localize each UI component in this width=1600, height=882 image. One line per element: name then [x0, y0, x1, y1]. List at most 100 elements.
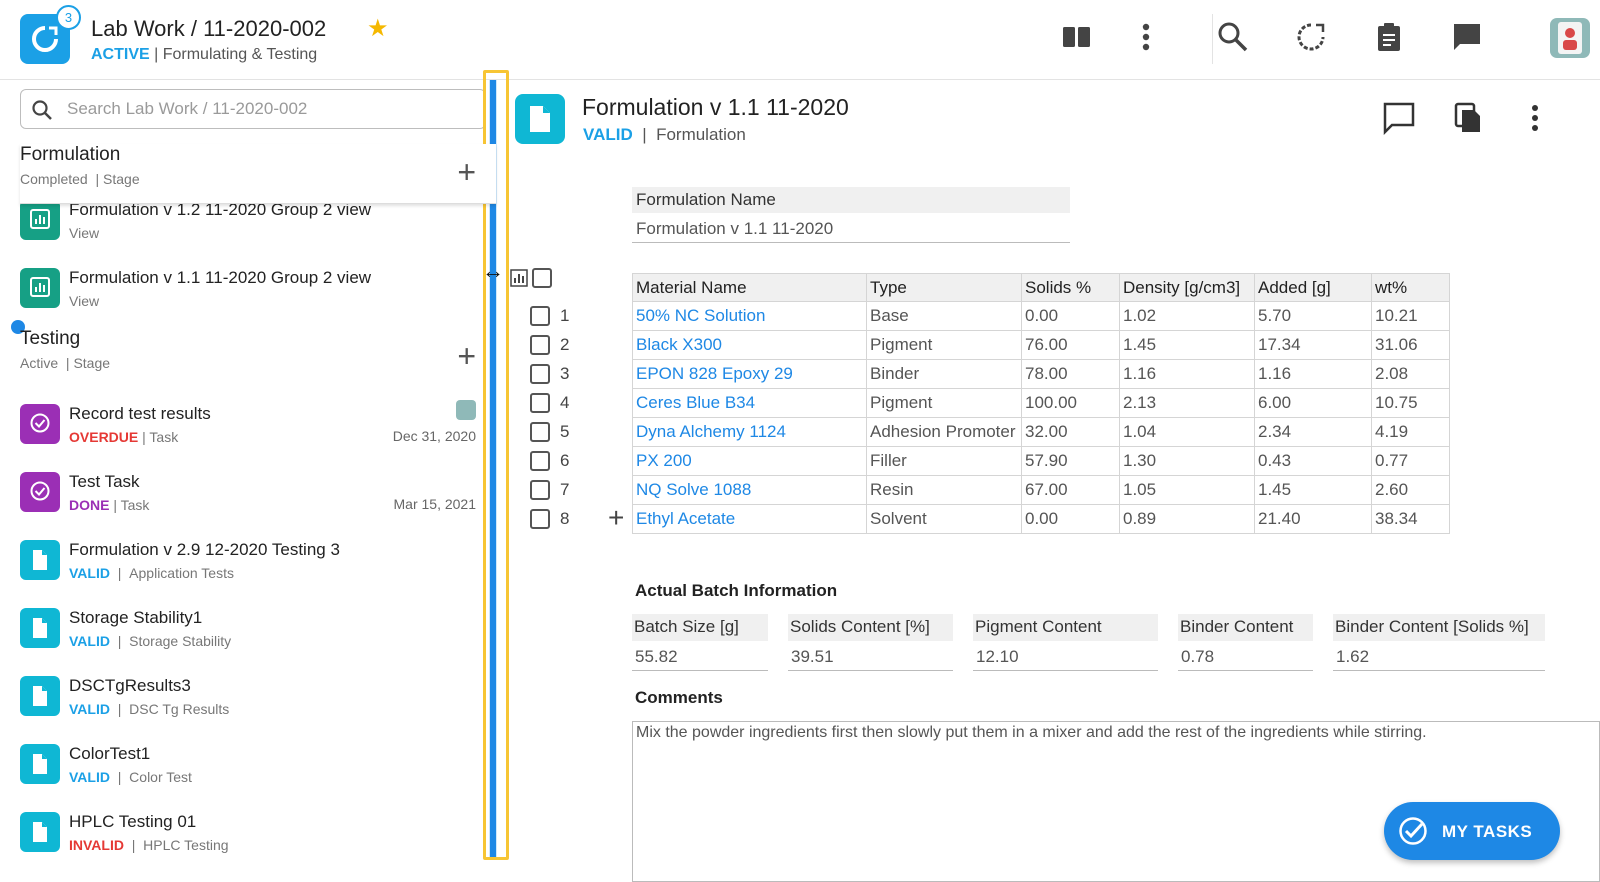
column-header[interactable]: wt% [1371, 273, 1450, 302]
sync-icon[interactable] [1294, 20, 1328, 54]
solids-cell: 0.00 [1021, 504, 1120, 534]
row-checkbox[interactable] [530, 422, 550, 442]
list-item[interactable]: Storage Stability1 VALID | Storage Stabi… [20, 604, 486, 664]
column-header[interactable]: Solids % [1021, 273, 1120, 302]
row-checkbox[interactable] [530, 364, 550, 384]
task-check-icon [20, 472, 60, 512]
density-cell: 1.30 [1119, 446, 1255, 476]
row-checkbox[interactable] [530, 393, 550, 413]
density-cell: 0.89 [1119, 504, 1255, 534]
material-link[interactable]: 50% NC Solution [632, 301, 867, 331]
document-icon [20, 608, 60, 648]
add-icon[interactable]: + [457, 340, 476, 372]
batch-field-value[interactable]: 0.78 [1178, 641, 1313, 671]
assignee-avatar [456, 400, 476, 420]
table-row[interactable]: EPON 828 Epoxy 29 Binder 78.00 1.16 1.16 2.08 [632, 359, 1450, 389]
table-row[interactable]: Ceres Blue B34 Pigment 100.00 2.13 6.00 10.75 [632, 388, 1450, 418]
list-item[interactable]: DSCTgResults3 VALID | DSC Tg Results [20, 672, 486, 732]
table-row[interactable]: Ethyl Acetate Solvent 0.00 0.89 21.40 38.34 [632, 504, 1450, 534]
my-tasks-button[interactable]: MY TASKS [1384, 802, 1560, 860]
select-all-checkbox[interactable] [532, 268, 552, 288]
row-control: 1 [530, 302, 630, 331]
row-checkbox[interactable] [530, 306, 550, 326]
added-cell: 6.00 [1254, 388, 1372, 418]
table-row[interactable]: Black X300 Pigment 76.00 1.45 17.34 31.06 [632, 330, 1450, 360]
chat-icon[interactable] [1450, 20, 1484, 54]
density-cell: 1.05 [1119, 475, 1255, 505]
item-title: Storage Stability1 [69, 608, 203, 627]
row-control: 5 [530, 418, 630, 447]
wt-cell: 10.75 [1371, 388, 1450, 418]
more-vert-icon[interactable] [1129, 20, 1163, 54]
row-checkbox[interactable] [530, 451, 550, 471]
wt-cell: 4.19 [1371, 417, 1450, 447]
item-kind: Task [120, 497, 150, 513]
batch-field-value[interactable]: 55.82 [632, 641, 768, 671]
row-number: 7 [560, 480, 570, 499]
wt-cell: 2.60 [1371, 475, 1450, 505]
section-testing[interactable]: Testing Active | Stage + [20, 328, 496, 388]
add-row-icon[interactable]: + [608, 504, 624, 532]
solids-cell: 0.00 [1021, 301, 1120, 331]
columns-icon[interactable] [1060, 20, 1094, 54]
density-cell: 1.04 [1119, 417, 1255, 447]
batch-field-value[interactable]: 1.62 [1333, 641, 1545, 671]
list-item[interactable]: Test Task DONE | Task Mar 15, 2021 [20, 468, 486, 528]
material-link[interactable]: Ceres Blue B34 [632, 388, 867, 418]
avatar[interactable] [1550, 18, 1590, 58]
row-control: 4 [530, 389, 630, 418]
type-cell: Pigment [866, 330, 1022, 360]
column-header[interactable]: Material Name [632, 273, 867, 302]
column-header[interactable]: Density [g/cm3] [1119, 273, 1255, 302]
table-row[interactable]: NQ Solve 1088 Resin 67.00 1.05 1.45 2.60 [632, 475, 1450, 505]
table-row[interactable]: 50% NC Solution Base 0.00 1.02 5.70 10.21 [632, 301, 1450, 331]
section-formulation[interactable]: Formulation Completed | Stage + [20, 144, 496, 204]
table-row[interactable]: PX 200 Filler 57.90 1.30 0.43 0.77 [632, 446, 1450, 476]
material-link[interactable]: Dyna Alchemy 1124 [632, 417, 867, 447]
batch-field: Batch Size [g] 55.82 [632, 614, 768, 671]
type-cell: Filler [866, 446, 1022, 476]
document-kind: Formulation [656, 125, 746, 144]
list-item[interactable]: Record test results OVERDUE | Task Dec 3… [20, 400, 486, 460]
batch-field: Solids Content [%] 39.51 [788, 614, 953, 671]
row-checkbox[interactable] [530, 335, 550, 355]
row-control: 8 + [530, 504, 630, 534]
batch-field: Binder Content 0.78 [1178, 614, 1313, 671]
add-icon[interactable]: + [457, 156, 476, 188]
chart-icon[interactable] [510, 269, 528, 287]
section-title: Testing [20, 328, 81, 349]
copy-icon[interactable] [1452, 101, 1486, 135]
material-link[interactable]: Ethyl Acetate [632, 504, 867, 534]
item-title: DSCTgResults3 [69, 676, 191, 695]
notification-badge[interactable]: 3 [56, 5, 81, 30]
column-header[interactable]: Added [g] [1254, 273, 1372, 302]
list-item[interactable]: Formulation v 1.2 11-2020 Group 2 view V… [20, 196, 486, 256]
table-row[interactable]: Dyna Alchemy 1124 Adhesion Promoter 32.00 1… [632, 417, 1450, 447]
list-item[interactable]: ColorTest1 VALID | Color Test [20, 740, 486, 800]
row-checkbox[interactable] [530, 509, 550, 529]
more-vert-icon[interactable] [1520, 101, 1550, 135]
material-link[interactable]: EPON 828 Epoxy 29 [632, 359, 867, 389]
material-link[interactable]: Black X300 [632, 330, 867, 360]
app-header: 3 Lab Work / 11-2020-002 ★ ACTIVE | Form… [0, 0, 1600, 80]
list-item[interactable]: HPLC Testing 01 INVALID | HPLC Testing [20, 808, 486, 868]
resize-cursor-icon: ↔ [482, 258, 504, 283]
batch-field-value[interactable]: 39.51 [788, 641, 953, 671]
row-checkbox[interactable] [530, 480, 550, 500]
column-header[interactable]: Type [866, 273, 1022, 302]
list-item[interactable]: Formulation v 2.9 12-2020 Testing 3 VALI… [20, 536, 486, 596]
star-icon[interactable]: ★ [367, 16, 389, 42]
material-link[interactable]: NQ Solve 1088 [632, 475, 867, 505]
task-check-icon [20, 404, 60, 444]
material-link[interactable]: PX 200 [632, 446, 867, 476]
batch-field-value[interactable]: 12.10 [973, 641, 1158, 671]
search-icon[interactable] [1216, 20, 1250, 54]
search-input[interactable] [67, 95, 467, 123]
density-cell: 1.45 [1119, 330, 1255, 360]
list-item[interactable]: Formulation v 1.1 11-2020 Group 2 view V… [20, 264, 486, 324]
formulation-name-field[interactable]: Formulation v 1.1 11-2020 [632, 215, 1070, 243]
comment-icon[interactable] [1382, 101, 1416, 135]
wt-cell: 2.08 [1371, 359, 1450, 389]
wt-cell: 38.34 [1371, 504, 1450, 534]
clipboard-icon[interactable] [1372, 20, 1406, 54]
